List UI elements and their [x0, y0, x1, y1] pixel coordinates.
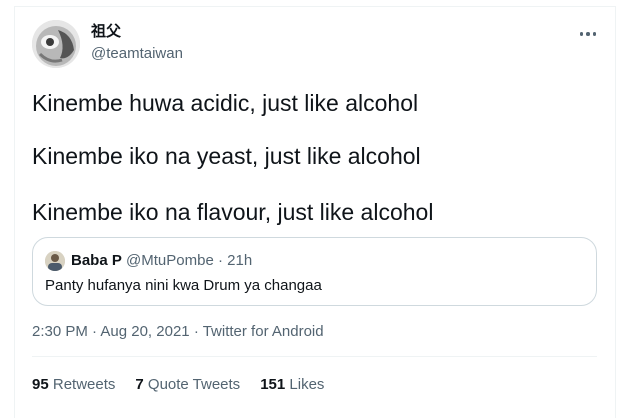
likes-count: 151 [260, 376, 286, 393]
retweets-label: Retweets [52, 376, 116, 393]
divider [32, 356, 597, 357]
tweet-text-line-1: Kinembe huwa acidic, just like alcohol [32, 90, 419, 116]
tweet-text-line-3: Kinembe iko na flavour, just like alcoho… [32, 199, 434, 225]
meta-separator: · [193, 323, 199, 340]
quote-tweets-label: Quote Tweets [147, 376, 241, 393]
meta-separator: · [92, 323, 98, 340]
author-name[interactable]: 祖父 [91, 22, 121, 42]
tweet-time[interactable]: 2:30 PM [32, 323, 88, 340]
quoted-header: Baba P @MtuPombe · 21h [71, 251, 252, 271]
likes-label: Likes [289, 376, 325, 393]
avatar-image-icon [45, 251, 65, 271]
quote-tweets-count: 7 [135, 376, 144, 393]
quoted-tweet[interactable]: Baba P @MtuPombe · 21h Panty hufanya nin… [32, 237, 597, 306]
tweet-date[interactable]: Aug 20, 2021 [100, 323, 189, 340]
tweet-stats: 95 Retweets 7 Quote Tweets 151 Likes [32, 375, 324, 395]
quoted-separator: · [217, 252, 223, 269]
quoted-text: Panty hufanya nini kwa Drum ya changaa [45, 277, 322, 294]
more-dots-icon[interactable] [574, 22, 602, 46]
retweets-count: 95 [32, 376, 49, 393]
likes-stat[interactable]: 151 Likes [260, 375, 324, 395]
quoted-author-name: Baba P [71, 252, 122, 269]
retweets-stat[interactable]: 95 Retweets [32, 375, 115, 395]
quote-tweets-stat[interactable]: 7 Quote Tweets [135, 375, 240, 395]
tweet-client[interactable]: Twitter for Android [203, 323, 324, 340]
avatar-image-icon [32, 20, 80, 68]
quoted-author-handle: @MtuPombe [126, 252, 214, 269]
quoted-author-avatar [45, 251, 65, 271]
quoted-age: 21h [227, 252, 253, 269]
author-handle[interactable]: @teamtaiwan [91, 44, 183, 64]
tweet-text-line-2: Kinembe iko na yeast, just like alcohol [32, 143, 421, 169]
tweet-metadata: 2:30 PM · Aug 20, 2021 · Twitter for And… [32, 322, 324, 342]
author-avatar[interactable] [32, 20, 80, 68]
